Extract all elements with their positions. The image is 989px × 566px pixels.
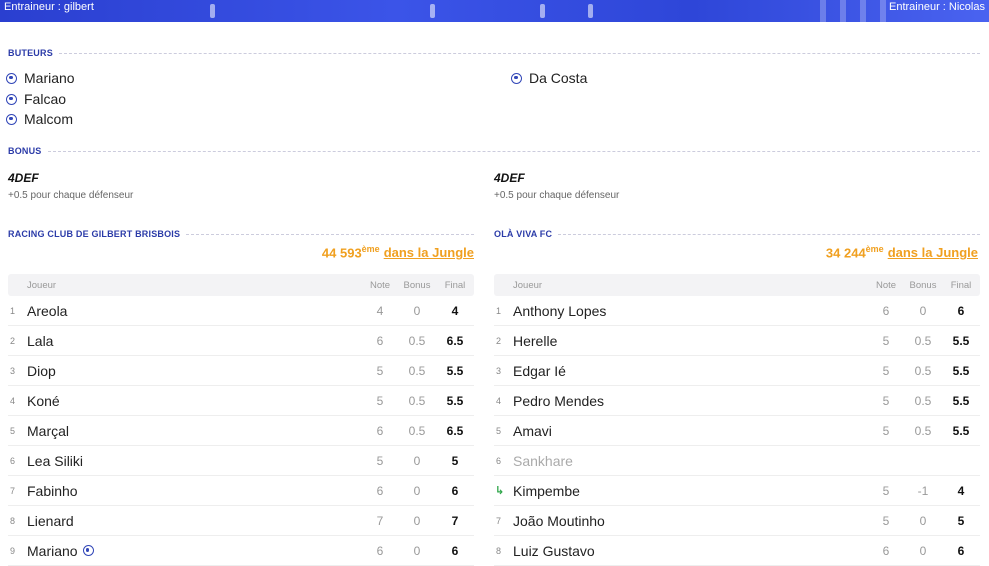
table-row[interactable]: 2 Herelle 5 0.5 5.5 <box>494 326 980 356</box>
player-table-right: Joueur Note Bonus Final 1 Anthony Lopes … <box>494 274 980 566</box>
player-name: Anthony Lopes <box>513 302 607 319</box>
table-row[interactable]: 6 Lea Siliki 5 0 5 <box>8 446 474 476</box>
player-name: Amavi <box>513 422 552 439</box>
player-name: Pedro Mendes <box>513 392 605 409</box>
header-player: Joueur <box>513 279 543 291</box>
coach-right: Entraineur : Nicolas <box>889 1 985 13</box>
player-name: Marçal <box>27 422 70 439</box>
scorer-item: Falcao <box>6 91 66 107</box>
bonus-name-left: 4DEF <box>8 171 39 185</box>
team-rank-left: 44 593ème dans la Jungle <box>321 244 474 261</box>
soccer-ball-icon <box>511 72 522 84</box>
player-name: João Moutinho <box>513 512 605 529</box>
header-player: Joueur <box>27 279 57 291</box>
bonus-name-right: 4DEF <box>494 171 525 185</box>
team-title-right: OLÀ VIVA FC <box>494 229 980 239</box>
scorer-item: Malcom <box>6 111 73 127</box>
match-banner: Entraineur : gilbert Entraineur : Nicola… <box>0 0 989 22</box>
player-name: Mariano <box>27 543 362 559</box>
player-table-left: Joueur Note Bonus Final 1 Areola 4 0 4 2… <box>8 274 474 566</box>
soccer-ball-icon <box>6 72 17 84</box>
bonus-desc-right: +0.5 pour chaque défenseur <box>494 190 620 201</box>
player-name: Areola <box>27 302 68 319</box>
player-name: Kimpembe <box>513 482 580 499</box>
table-row[interactable]: 4 Koné 5 0.5 5.5 <box>8 386 474 416</box>
table-header: Joueur Note Bonus Final <box>8 274 474 296</box>
player-name: Koné <box>27 392 60 409</box>
table-row[interactable]: 3 Edgar Ié 5 0.5 5.5 <box>494 356 980 386</box>
header-note: Note <box>369 279 391 291</box>
table-row[interactable]: ↳ Kimpembe 5 -1 4 <box>494 476 980 506</box>
table-row[interactable]: 5 Amavi 5 0.5 5.5 <box>494 416 980 446</box>
player-name: Herelle <box>513 332 558 349</box>
header-note: Note <box>875 279 897 291</box>
player-name: Edgar Ié <box>513 362 566 379</box>
table-row[interactable]: 3 Diop 5 0.5 5.5 <box>8 356 474 386</box>
table-row[interactable]: 5 Marçal 6 0.5 6.5 <box>8 416 474 446</box>
header-final: Final <box>950 279 972 291</box>
table-row[interactable]: 8 Lienard 7 0 7 <box>8 506 474 536</box>
bonus-desc-left: +0.5 pour chaque défenseur <box>8 190 134 201</box>
section-title-scorers: BUTEURS <box>8 48 980 58</box>
player-name: Fabinho <box>27 482 78 499</box>
player-name: Sankhare <box>513 452 573 469</box>
table-row[interactable]: 9 Mariano 6 0 6 <box>8 536 474 566</box>
table-row[interactable]: 4 Pedro Mendes 5 0.5 5.5 <box>494 386 980 416</box>
player-name: Luiz Gustavo <box>513 542 595 559</box>
coach-left: Entraineur : gilbert <box>4 1 94 13</box>
soccer-ball-icon <box>82 545 94 556</box>
table-row[interactable]: 7 Fabinho 6 0 6 <box>8 476 474 506</box>
scorer-item: Mariano <box>6 70 75 86</box>
soccer-ball-icon <box>6 113 17 125</box>
header-bonus: Bonus <box>403 279 431 291</box>
player-name: Diop <box>27 362 56 379</box>
substitution-arrow-icon: ↳ <box>495 485 505 497</box>
player-name: Lala <box>27 332 54 349</box>
team-title-left: RACING CLUB DE GILBERT BRISBOIS <box>8 229 474 239</box>
section-title-bonus: BONUS <box>8 146 980 156</box>
soccer-ball-icon <box>6 93 17 105</box>
header-final: Final <box>444 279 466 291</box>
rank-link-right[interactable]: dans la Jungle <box>888 245 978 260</box>
player-name: Lea Siliki <box>27 452 84 469</box>
table-row[interactable]: 1 Areola 4 0 4 <box>8 296 474 326</box>
scorer-item: Da Costa <box>511 70 587 86</box>
player-name: Lienard <box>27 512 74 529</box>
table-row[interactable]: 7 João Moutinho 5 0 5 <box>494 506 980 536</box>
table-row[interactable]: 1 Anthony Lopes 6 0 6 <box>494 296 980 326</box>
table-header: Joueur Note Bonus Final <box>494 274 980 296</box>
table-row[interactable]: 6 Sankhare <box>494 446 980 476</box>
team-rank-right: 34 244ème dans la Jungle <box>825 244 978 261</box>
header-bonus: Bonus <box>909 279 937 291</box>
rank-link-left[interactable]: dans la Jungle <box>384 245 474 260</box>
table-row[interactable]: 8 Luiz Gustavo 6 0 6 <box>494 536 980 566</box>
table-row[interactable]: 2 Lala 6 0.5 6.5 <box>8 326 474 356</box>
